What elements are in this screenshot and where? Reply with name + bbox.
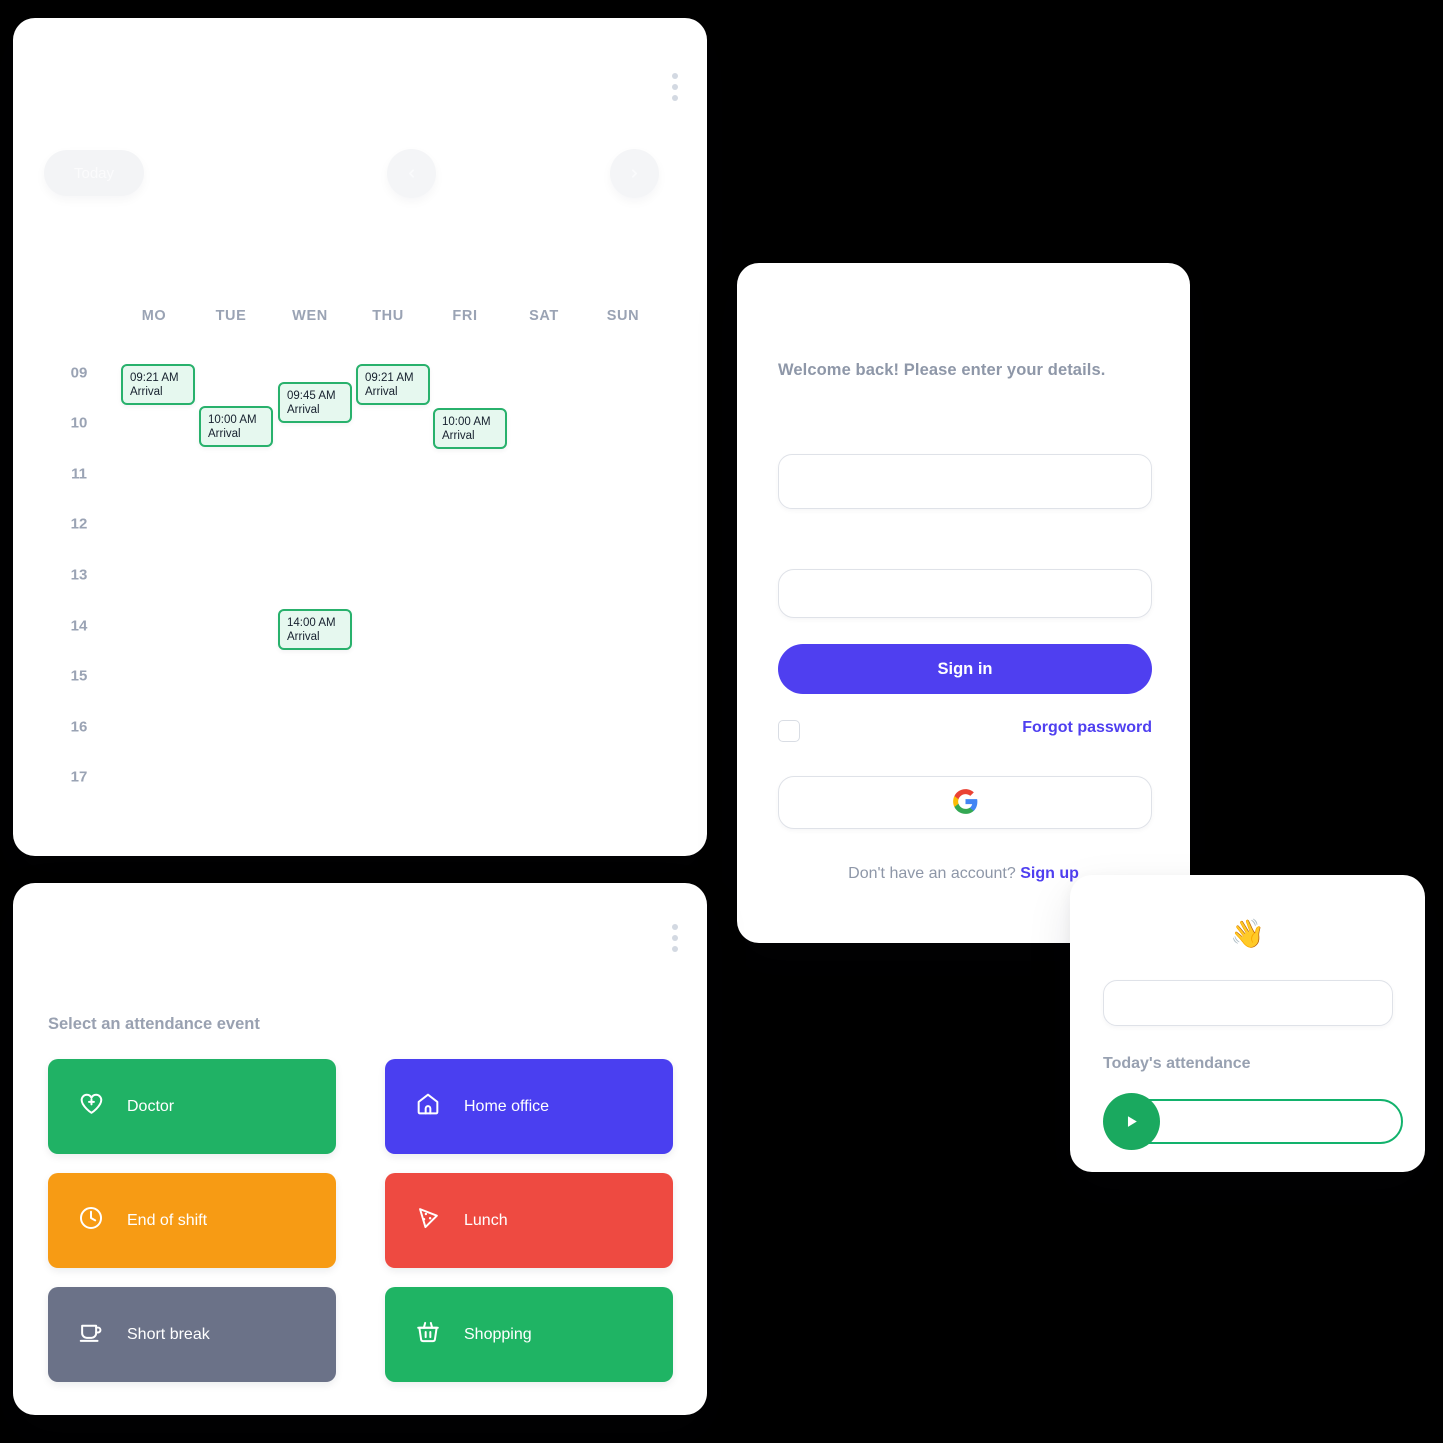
today-button[interactable]: Today (44, 150, 144, 196)
hour-label-17: 17 (70, 768, 88, 786)
hour-label-10: 10 (70, 414, 88, 432)
calendar-event[interactable]: 09:21 AM Arrival (356, 364, 430, 406)
event-label: End of shift (127, 1211, 208, 1229)
todays-attendance-label: Today's attendance (1103, 1055, 1251, 1072)
calendar-card: Today MO TUE WEN THU FRI SAT SUN 09 10 1… (13, 18, 707, 856)
attendance-event-grid: Doctor Home office End of shift Lunch Sh… (48, 1059, 673, 1382)
google-signin-button[interactable] (778, 776, 1152, 829)
calendar-event[interactable]: 09:21 AM Arrival (121, 364, 195, 406)
pizza-slice-icon (414, 1204, 442, 1237)
password-field[interactable] (778, 569, 1152, 618)
calendar-event[interactable]: 10:00 AM Arrival (433, 408, 507, 450)
attendance-widget-card: 👋 Today's attendance (1070, 875, 1425, 1172)
hour-label-09: 09 (70, 364, 88, 382)
play-icon[interactable] (1103, 1093, 1160, 1150)
chevron-left-icon[interactable] (387, 149, 436, 198)
widget-search-input[interactable] (1103, 980, 1393, 1026)
forgot-password-link[interactable]: Forgot password (1022, 719, 1152, 737)
event-button-short-break[interactable]: Short break (48, 1287, 336, 1382)
event-button-lunch[interactable]: Lunch (385, 1173, 673, 1268)
clock-icon (77, 1204, 105, 1237)
event-label: Shopping (464, 1325, 532, 1343)
hour-label-16: 16 (70, 718, 88, 736)
event-button-shopping[interactable]: Shopping (385, 1287, 673, 1382)
hour-label-11: 11 (71, 465, 87, 483)
hour-label-15: 15 (70, 667, 88, 685)
event-button-doctor[interactable]: Doctor (48, 1059, 336, 1154)
welcome-text: Welcome back! Please enter your details. (778, 361, 1106, 379)
heart-plus-icon (77, 1090, 105, 1123)
hour-label-14: 14 (70, 617, 88, 635)
hour-label-13: 13 (70, 566, 88, 584)
calendar-event[interactable]: 14:00 AM Arrival (278, 609, 352, 651)
signin-button[interactable]: Sign in (778, 644, 1152, 694)
signin-card: Welcome back! Please enter your details.… (737, 263, 1190, 943)
event-button-home-office[interactable]: Home office (385, 1059, 673, 1154)
signup-prompt: Don't have an account? (848, 865, 1021, 882)
event-label: Home office (464, 1097, 550, 1115)
event-button-end-of-shift[interactable]: End of shift (48, 1173, 336, 1268)
signup-link[interactable]: Sign up (1020, 865, 1079, 882)
calendar-event[interactable]: 09:45 AM Arrival (278, 382, 352, 424)
remember-me-checkbox[interactable] (778, 720, 800, 742)
screen: Today MO TUE WEN THU FRI SAT SUN 09 10 1… (0, 0, 1443, 1443)
event-label: Doctor (127, 1097, 175, 1115)
kebab-menu-icon[interactable] (669, 70, 681, 104)
attendance-events-card: Select an attendance event Doctor Home o… (13, 883, 707, 1415)
hour-label-12: 12 (70, 515, 88, 533)
coffee-cup-icon (77, 1318, 105, 1351)
event-label: Lunch (464, 1211, 508, 1229)
shopping-basket-icon (414, 1318, 442, 1351)
event-label: Short break (127, 1325, 210, 1343)
chevron-right-icon[interactable] (610, 149, 659, 198)
google-g-icon (952, 788, 979, 818)
home-icon (414, 1090, 442, 1123)
section-title: Select an attendance event (48, 1015, 260, 1033)
waving-hand-icon: 👋 (1230, 918, 1265, 949)
calendar-event[interactable]: 10:00 AM Arrival (199, 406, 273, 448)
kebab-menu-icon[interactable] (669, 921, 681, 955)
email-field[interactable] (778, 454, 1152, 509)
